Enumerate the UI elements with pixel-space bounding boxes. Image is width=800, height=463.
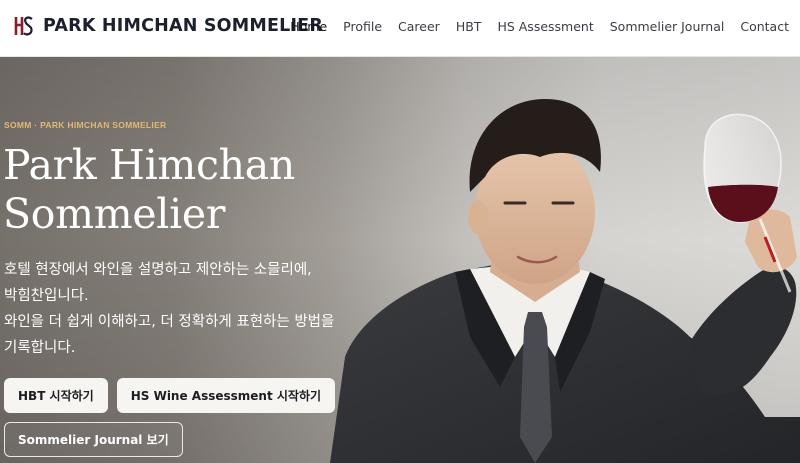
main-nav: Home Profile Career HBT HS Assessment So…: [274, 19, 789, 34]
hero-title-line-1: Park Himchan: [3, 141, 296, 189]
nav-hs-assessment[interactable]: HS Assessment: [497, 19, 593, 34]
nav-home[interactable]: Home: [290, 19, 327, 34]
start-hbt-button[interactable]: HBT 시작하기: [4, 378, 108, 413]
hero-section: SOMM · PARK HIMCHAN SOMMELIER Park Himch…: [0, 57, 800, 463]
hs-monogram-logo-icon: [14, 16, 33, 36]
hero-description: 호텔 현장에서 와인을 설명하고 제안하는 소믈리에, 박힘찬입니다. 와인을 …: [4, 257, 384, 361]
start-hs-assessment-button[interactable]: HS Wine Assessment 시작하기: [116, 378, 336, 413]
nav-sommelier-journal[interactable]: Sommelier Journal: [610, 19, 725, 34]
nav-career[interactable]: Career: [398, 19, 440, 34]
hero-description-line: 호텔 현장에서 와인을 설명하고 제안하는 소믈리에,: [4, 262, 312, 278]
hero-cta-group: HBT 시작하기 HS Wine Assessment 시작하기: [4, 378, 344, 413]
nav-profile[interactable]: Profile: [343, 19, 382, 34]
view-sommelier-journal-button[interactable]: Sommelier Journal 보기: [4, 422, 183, 457]
site-header: PARK HIMCHAN SOMMELIER Home Profile Care…: [0, 0, 800, 57]
nav-contact[interactable]: Contact: [740, 19, 789, 34]
hero-eyebrow: SOMM · PARK HIMCHAN SOMMELIER: [4, 120, 167, 130]
hero-description-line: 박힘찬입니다.: [4, 288, 89, 304]
hero-description-line: 와인을 더 쉽게 이해하고, 더 정확하게 표현하는 방법을: [4, 314, 335, 330]
hero-title-line-2: Sommelier: [3, 190, 226, 238]
nav-hbt[interactable]: HBT: [456, 19, 482, 34]
hero-title: Park Himchan Sommelier: [3, 141, 363, 239]
hero-description-line: 기록합니다.: [4, 340, 76, 356]
